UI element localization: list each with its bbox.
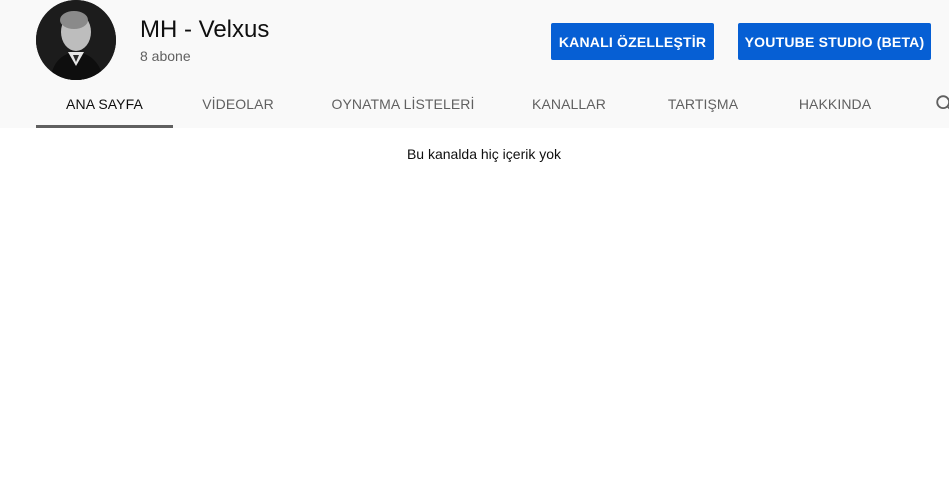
empty-content-message: Bu kanalda hiç içerik yok bbox=[406, 146, 562, 162]
channel-header: MH - Velxus 8 abone KANALI ÖZELLEŞTİR YO… bbox=[0, 0, 949, 128]
active-tab-indicator bbox=[36, 125, 173, 128]
channel-avatar[interactable] bbox=[36, 0, 116, 80]
search-icon[interactable] bbox=[934, 93, 949, 115]
tab-about[interactable]: HAKKINDA bbox=[771, 80, 899, 128]
channel-name: MH - Velxus bbox=[140, 16, 270, 43]
tab-playlists[interactable]: OYNATMA LİSTELERİ bbox=[303, 80, 503, 128]
tab-home[interactable]: ANA SAYFA bbox=[36, 80, 173, 128]
tab-channels[interactable]: KANALLAR bbox=[503, 80, 635, 128]
youtube-studio-button[interactable]: YOUTUBE STUDIO (BETA) bbox=[738, 23, 931, 60]
avatar-portrait-image bbox=[36, 0, 116, 80]
customize-channel-button[interactable]: KANALI ÖZELLEŞTİR bbox=[551, 23, 714, 60]
subscriber-count: 8 abone bbox=[140, 48, 191, 64]
tab-discussion[interactable]: TARTIŞMA bbox=[635, 80, 771, 128]
tab-videos[interactable]: VİDEOLAR bbox=[173, 80, 303, 128]
channel-tabs: ANA SAYFA VİDEOLAR OYNATMA LİSTELERİ KAN… bbox=[0, 80, 949, 128]
